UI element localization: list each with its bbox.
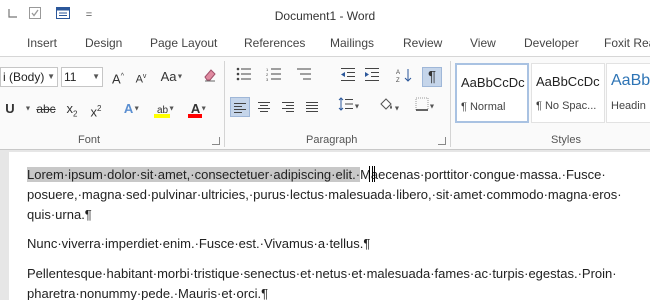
tab-insert[interactable]: Insert xyxy=(27,36,57,50)
multilevel-list-button[interactable] xyxy=(290,67,318,87)
text-effects-glyph: A xyxy=(123,101,134,116)
superscript-button[interactable]: x2 xyxy=(86,99,106,119)
tab-mailings[interactable]: Mailings xyxy=(330,36,374,50)
paragraph-3[interactable]: Pellentesque·habitant·morbi·tristique·se… xyxy=(27,264,647,300)
ribbon-tabs: Insert Design Page Layout References Mai… xyxy=(0,32,650,56)
decrease-indent-button[interactable] xyxy=(338,67,358,87)
svg-text:A: A xyxy=(396,70,400,76)
style-sample: AaBb xyxy=(611,72,650,89)
styles-group-label: Styles xyxy=(551,134,581,146)
window-title: Document1 - Word xyxy=(274,9,376,23)
decrease-indent-icon xyxy=(341,68,355,81)
svg-text:3: 3 xyxy=(266,77,269,81)
strikethrough-button[interactable]: abc xyxy=(33,99,59,119)
justify-button[interactable] xyxy=(302,97,322,117)
bold-button[interactable]: U xyxy=(0,99,20,119)
style-sample: AaBbCcDc xyxy=(536,74,600,89)
subscript-button[interactable]: x2 xyxy=(62,99,82,119)
paragraph-group-label: Paragraph xyxy=(306,134,358,146)
ribbon: i (Body) ▼ 11 ▼ A^ Av Aa▼ U ▼ abc x2 x2 … xyxy=(0,56,650,150)
align-right-icon xyxy=(282,102,294,112)
title-bar: = Document1 - Word xyxy=(0,0,650,32)
show-hide-marks-button[interactable]: ¶ xyxy=(422,67,442,87)
style-sample: AaBbCcDc xyxy=(461,75,525,90)
svg-text:Z: Z xyxy=(396,78,400,83)
align-left-button[interactable] xyxy=(230,97,250,117)
style-name: ¶ No Spac... xyxy=(536,100,597,112)
align-left-icon xyxy=(234,103,246,113)
paint-bucket-icon xyxy=(379,98,392,110)
font-size-dropdown[interactable]: 11 ▼ xyxy=(61,67,103,87)
paragraph-dialog-launcher-icon[interactable] xyxy=(438,137,446,145)
tab-foxit-reader[interactable]: Foxit Rea xyxy=(604,36,650,50)
line-spacing-icon xyxy=(338,97,353,111)
shading-button[interactable]: ▼ xyxy=(374,97,404,117)
clear-formatting-button[interactable] xyxy=(200,67,220,87)
change-case-button[interactable]: Aa▼ xyxy=(158,67,186,87)
text-effects-button[interactable]: A▼ xyxy=(118,99,146,119)
eraser-icon xyxy=(204,69,216,82)
selected-text[interactable]: Lorem·ipsum·dolor·sit·amet,·consectetuer… xyxy=(27,167,361,182)
tab-developer[interactable]: Developer xyxy=(524,36,579,50)
increase-indent-button[interactable] xyxy=(362,67,382,87)
tab-view[interactable]: View xyxy=(470,36,496,50)
strikethrough-glyph: abc xyxy=(36,102,56,116)
bullets-icon xyxy=(236,67,251,81)
style-no-spacing[interactable]: AaBbCcDc ¶ No Spac... xyxy=(531,63,605,123)
document-area: Lorem·ipsum·dolor·sit·amet,·consectetuer… xyxy=(0,150,650,300)
grow-font-glyph: A xyxy=(112,71,121,87)
chevron-down-icon: ▼ xyxy=(92,72,100,81)
chevron-down-icon: ▼ xyxy=(47,72,55,81)
line-spacing-button[interactable]: ▼ xyxy=(334,97,364,117)
font-name-value: i (Body) xyxy=(3,70,45,84)
paragraph-2[interactable]: Nunc·viverra·imperdiet·enim.·Fusce·est.·… xyxy=(27,234,647,254)
text-cursor-icon xyxy=(369,166,375,182)
numbering-button[interactable]: 123 xyxy=(260,67,288,87)
justify-icon xyxy=(306,102,318,112)
borders-button[interactable]: ▼ xyxy=(410,97,440,117)
grow-font-button[interactable]: A^ xyxy=(108,67,128,87)
font-name-dropdown[interactable]: i (Body) ▼ xyxy=(0,67,58,87)
paragraph-text[interactable]: pharetra·nonummy·pede.·Mauris·et·orci.¶ xyxy=(27,286,268,300)
paragraph-text[interactable]: posuere,·magna·sed·pulvinar·ultricies,·p… xyxy=(27,187,622,202)
font-color-button[interactable]: A▼ xyxy=(184,99,214,119)
style-heading-1[interactable]: AaBb Headin xyxy=(606,63,650,123)
group-divider xyxy=(450,61,451,147)
align-right-button[interactable] xyxy=(278,97,298,117)
numbering-icon: 123 xyxy=(266,67,281,82)
shrink-font-glyph: A xyxy=(135,73,143,86)
style-normal[interactable]: AaBbCcDc ¶ Normal xyxy=(455,63,529,123)
group-divider xyxy=(224,61,225,147)
shrink-font-button[interactable]: Av xyxy=(131,67,151,87)
font-color-swatch xyxy=(188,114,202,118)
paragraph-1[interactable]: Lorem·ipsum·dolor·sit·amet,·consectetuer… xyxy=(27,165,647,225)
tab-references[interactable]: References xyxy=(244,36,305,50)
style-name: Headin xyxy=(611,100,646,112)
borders-icon xyxy=(415,97,429,111)
multilevel-list-icon xyxy=(297,68,311,80)
paragraph-text[interactable]: Nunc·viverra·imperdiet·enim.·Fusce·est.·… xyxy=(27,236,370,251)
paragraph-text[interactable]: Maecenas·porttitor·congue·massa.·Fusce· xyxy=(360,167,606,182)
font-size-value: 11 xyxy=(64,70,77,84)
paragraph-text[interactable]: Pellentesque·habitant·morbi·tristique·se… xyxy=(27,266,617,281)
tab-design[interactable]: Design xyxy=(85,36,122,50)
pilcrow-icon: ¶ xyxy=(427,68,437,85)
bullets-button[interactable] xyxy=(230,67,258,87)
document-page[interactable]: Lorem·ipsum·dolor·sit·amet,·consectetuer… xyxy=(9,152,650,300)
sort-button[interactable]: AZ xyxy=(394,67,414,87)
tab-review[interactable]: Review xyxy=(403,36,442,50)
font-group-label: Font xyxy=(78,134,101,146)
change-case-glyph: Aa xyxy=(160,69,177,84)
style-name: ¶ Normal xyxy=(461,101,506,113)
increase-indent-icon xyxy=(365,68,379,81)
text-highlight-button[interactable]: ab▼ xyxy=(150,99,182,119)
highlight-color-swatch xyxy=(154,114,170,118)
paragraph-text[interactable]: quis·urna.¶ xyxy=(27,207,92,222)
sort-icon: AZ xyxy=(396,69,412,84)
tab-page-layout[interactable]: Page Layout xyxy=(150,36,217,50)
font-dialog-launcher-icon[interactable] xyxy=(212,137,220,145)
align-center-button[interactable] xyxy=(254,97,274,117)
align-center-icon xyxy=(258,102,270,112)
